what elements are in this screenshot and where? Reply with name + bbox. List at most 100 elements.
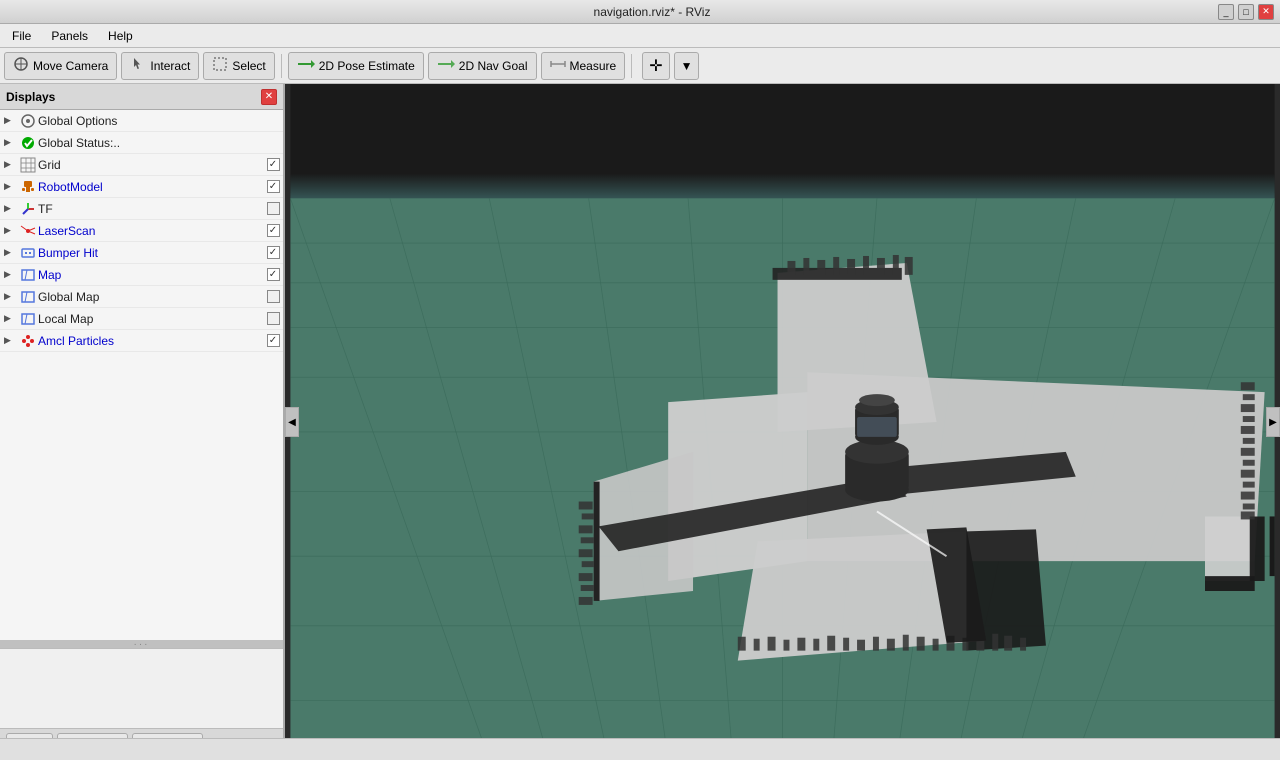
left-panel: Displays ✕ ▶ Global Options ▶ Global Sta…	[0, 84, 285, 760]
display-item-label: Global Options	[38, 114, 263, 128]
display-item-check	[263, 289, 283, 305]
display-item-check	[263, 135, 283, 151]
menu-help[interactable]: Help	[104, 27, 137, 45]
arrow-down-icon: ▼	[681, 59, 693, 73]
checkbox[interactable]	[267, 312, 280, 325]
displays-header: Displays ✕	[0, 84, 283, 110]
amcl-particles-icon	[18, 333, 38, 349]
display-item-check	[263, 311, 283, 327]
display-item-label: Bumper Hit	[38, 246, 263, 260]
displays-list: ▶ Global Options ▶ Global Status:.. ▶	[0, 110, 283, 640]
close-button[interactable]: ✕	[1258, 4, 1274, 20]
menu-panels[interactable]: Panels	[47, 27, 92, 45]
left-panel-collapse-arrow[interactable]: ◀	[285, 407, 299, 437]
expand-icon: ▶	[4, 137, 18, 148]
display-item-tf[interactable]: ▶ TF	[0, 198, 283, 220]
resize-handle[interactable]	[0, 640, 283, 648]
menubar: File Panels Help	[0, 24, 1280, 48]
2d-nav-goal-label: 2D Nav Goal	[459, 59, 528, 73]
minimize-button[interactable]: _	[1218, 4, 1234, 20]
window-title: navigation.rviz* - RViz	[86, 5, 1218, 19]
display-item-global-options[interactable]: ▶ Global Options	[0, 110, 283, 132]
display-item-global-status[interactable]: ▶ Global Status:..	[0, 132, 283, 154]
scene-canvas: 30 fps	[285, 84, 1280, 760]
2d-nav-goal-icon	[437, 56, 455, 75]
measure-tool[interactable]: Measure	[541, 52, 626, 80]
interact-icon	[130, 56, 146, 75]
2d-pose-estimate-icon	[297, 56, 315, 75]
expand-icon: ▶	[4, 291, 18, 302]
bumper-hit-icon	[18, 245, 38, 261]
properties-panel	[0, 648, 283, 728]
main-area: Displays ✕ ▶ Global Options ▶ Global Sta…	[0, 84, 1280, 760]
display-item-check	[263, 201, 283, 217]
display-item-check	[263, 333, 283, 349]
move-camera-label: Move Camera	[33, 59, 108, 73]
checkbox[interactable]	[267, 290, 280, 303]
display-item-grid[interactable]: ▶ Grid	[0, 154, 283, 176]
checkbox[interactable]	[267, 268, 280, 281]
displays-title: Displays	[6, 90, 55, 104]
expand-icon: ▶	[4, 225, 18, 236]
display-item-label: Global Map	[38, 290, 263, 304]
crosshair-icon: ✛	[649, 56, 662, 76]
checkbox[interactable]	[267, 334, 280, 347]
display-item-robot-model[interactable]: ▶ RobotModel	[0, 176, 283, 198]
expand-icon: ▶	[4, 159, 18, 170]
toolbar-extra: ✛ ▼	[642, 52, 699, 80]
select-tool[interactable]: Select	[203, 52, 274, 80]
checkbox[interactable]	[267, 202, 280, 215]
displays-close-button[interactable]: ✕	[261, 89, 277, 105]
2d-pose-estimate-label: 2D Pose Estimate	[319, 59, 415, 73]
global-map-icon	[18, 289, 38, 305]
display-item-check	[263, 245, 283, 261]
move-camera-tool[interactable]: Move Camera	[4, 52, 117, 80]
menu-file[interactable]: File	[8, 27, 35, 45]
display-item-check	[263, 179, 283, 195]
checkbox[interactable]	[267, 224, 280, 237]
expand-icon: ▶	[4, 335, 18, 346]
interact-tool[interactable]: Interact	[121, 52, 199, 80]
checkbox[interactable]	[267, 158, 280, 171]
expand-icon: ▶	[4, 181, 18, 192]
display-item-laser-scan[interactable]: ▶ LaserScan	[0, 220, 283, 242]
viewport[interactable]: ◀ ▶	[285, 84, 1280, 760]
display-item-bumper-hit[interactable]: ▶ Bumper Hit	[0, 242, 283, 264]
laser-scan-icon	[18, 223, 38, 239]
display-item-label: Local Map	[38, 312, 263, 326]
display-item-label: Global Status:..	[38, 136, 263, 150]
display-item-local-map[interactable]: ▶ Local Map	[0, 308, 283, 330]
titlebar: navigation.rviz* - RViz _ □ ✕	[0, 0, 1280, 24]
display-item-label: Amcl Particles	[38, 334, 263, 348]
display-item-label: Grid	[38, 158, 263, 172]
window-controls: _ □ ✕	[1218, 4, 1274, 20]
display-item-amcl-particles[interactable]: ▶ Amcl Particles	[0, 330, 283, 352]
global-status-icon	[18, 135, 38, 151]
display-item-label: LaserScan	[38, 224, 263, 238]
2d-pose-estimate-tool[interactable]: 2D Pose Estimate	[288, 52, 424, 80]
grid-icon	[18, 157, 38, 173]
display-item-global-map[interactable]: ▶ Global Map	[0, 286, 283, 308]
display-item-label: TF	[38, 202, 263, 216]
3d-scene[interactable]: ◀ ▶	[285, 84, 1280, 760]
select-label: Select	[232, 59, 265, 73]
local-map-icon	[18, 311, 38, 327]
right-panel-collapse-arrow[interactable]: ▶	[1266, 407, 1280, 437]
toolbar: Move Camera Interact Select 2D Pose Esti…	[0, 48, 1280, 84]
checkbox[interactable]	[267, 180, 280, 193]
2d-nav-goal-tool[interactable]: 2D Nav Goal	[428, 52, 537, 80]
display-item-check	[263, 113, 283, 129]
toolbar-sep-2	[631, 54, 632, 78]
extra-crosshair-tool[interactable]: ✛	[642, 52, 669, 80]
map-icon	[18, 267, 38, 283]
move-camera-icon	[13, 56, 29, 75]
display-item-check	[263, 223, 283, 239]
display-item-map[interactable]: ▶ Map	[0, 264, 283, 286]
extra-arrow-tool[interactable]: ▼	[674, 52, 700, 80]
display-item-label: RobotModel	[38, 180, 263, 194]
checkbox[interactable]	[267, 246, 280, 259]
maximize-button[interactable]: □	[1238, 4, 1254, 20]
toolbar-sep-1	[281, 54, 282, 78]
statusbar	[0, 738, 1280, 760]
expand-icon: ▶	[4, 269, 18, 280]
